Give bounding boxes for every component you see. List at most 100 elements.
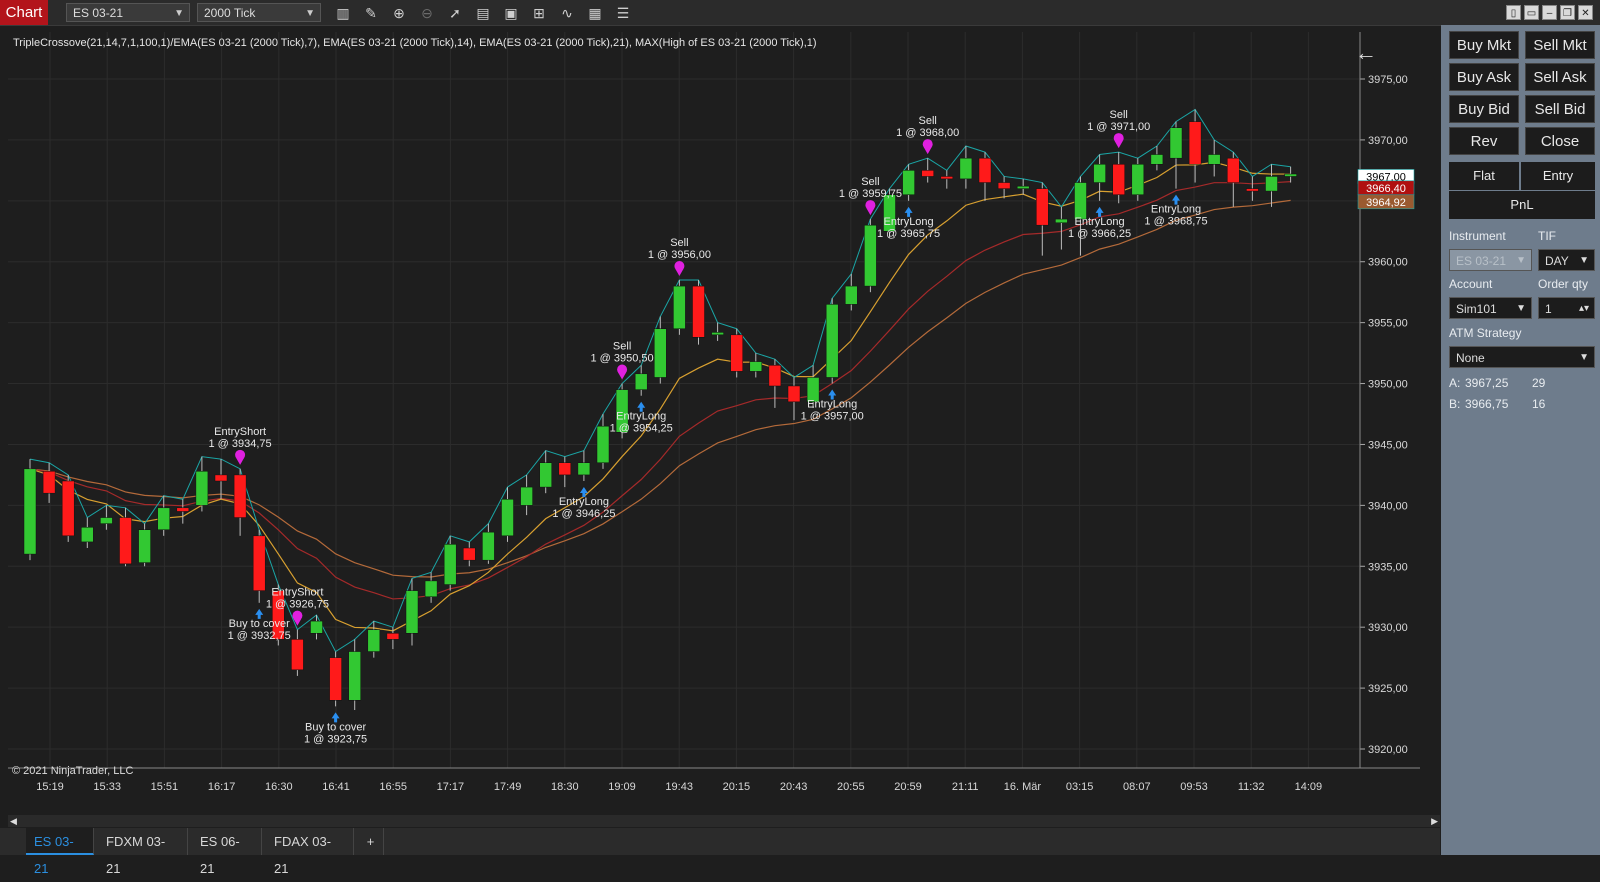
x-tick-label: 17:49 bbox=[494, 781, 522, 793]
stepper-arrows-icon[interactable]: ▴▾ bbox=[1579, 298, 1589, 320]
trade-label-type: Sell bbox=[613, 341, 631, 353]
y-tick-label: 3970,00 bbox=[1368, 135, 1408, 147]
trade-label-price: 1 @ 3926,75 bbox=[266, 599, 329, 611]
close-button[interactable]: Close bbox=[1525, 127, 1595, 155]
interval-value: 2000 Tick bbox=[204, 6, 256, 20]
candle-body bbox=[1188, 121, 1202, 165]
sell-mkt-button[interactable]: Sell Mkt bbox=[1525, 31, 1595, 59]
flat-button[interactable]: Flat bbox=[1449, 162, 1519, 190]
trade-label-price: 1 @ 3934,75 bbox=[209, 438, 272, 450]
ask-size: 29 bbox=[1532, 376, 1546, 390]
trade-label-price: 1 @ 3956,00 bbox=[648, 249, 711, 261]
x-tick-label: 15:19 bbox=[36, 781, 64, 793]
candle-body bbox=[310, 620, 323, 634]
ema-long-price-marker-text: 3964,92 bbox=[1366, 197, 1406, 209]
candle-body bbox=[443, 544, 457, 585]
buy-mkt-button[interactable]: Buy Mkt bbox=[1449, 31, 1519, 59]
x-tick-label: 19:43 bbox=[665, 781, 693, 793]
tab-fdxm-03-21[interactable]: FDXM 03-21 bbox=[98, 828, 188, 876]
x-tick-label: 16:30 bbox=[265, 781, 293, 793]
crosshair-icon[interactable]: ⊞ bbox=[530, 4, 548, 22]
sell-bid-button[interactable]: Sell Bid bbox=[1525, 95, 1595, 123]
x-tick-label: 16. Mär bbox=[1004, 781, 1042, 793]
indicator-label: TripleCrossove(21,14,7,1,100,1)/EMA(ES 0… bbox=[13, 37, 817, 49]
x-tick-label: 20:55 bbox=[837, 781, 865, 793]
y-tick-label: 3940,00 bbox=[1368, 500, 1408, 512]
instrument-select[interactable]: ES 03-21 ▼ bbox=[66, 3, 190, 22]
indicator-icon[interactable]: ∿ bbox=[558, 4, 576, 22]
x-tick-label: 17:17 bbox=[437, 781, 465, 793]
candle-body bbox=[1246, 188, 1259, 192]
account-select[interactable]: Sim101 ▼ bbox=[1449, 297, 1532, 319]
close-icon[interactable]: ✕ bbox=[1578, 5, 1593, 20]
scroll-right-icon[interactable]: ▶ bbox=[1431, 815, 1438, 827]
candle-body bbox=[367, 629, 381, 652]
candle-body bbox=[1284, 173, 1297, 177]
pencil-icon[interactable]: ✎ bbox=[362, 4, 380, 22]
candle-body bbox=[482, 531, 495, 561]
atm-strategy-select[interactable]: None ▼ bbox=[1449, 346, 1595, 368]
candle-body bbox=[768, 365, 782, 387]
zoom-out-icon[interactable]: ⊖ bbox=[418, 4, 436, 22]
candle-body bbox=[1169, 127, 1183, 159]
price-chart[interactable]: 15:19 15:33 15:51 16:17 16:30 16:41 16:55 17:17… bbox=[8, 32, 1448, 822]
trade-label-price: 1 @ 3923,75 bbox=[304, 733, 367, 745]
candle-body bbox=[634, 373, 648, 390]
x-tick-label: 19:09 bbox=[608, 781, 636, 793]
scroll-left-icon[interactable]: ◀ bbox=[10, 815, 17, 827]
horizontal-scrollbar[interactable]: ◀ ▶ bbox=[8, 815, 1440, 827]
candle-body bbox=[138, 529, 151, 563]
tab-es-03-21[interactable]: ES 03-21 bbox=[26, 828, 94, 876]
trade-label-type: EntryLong bbox=[884, 216, 934, 228]
pointer-icon[interactable]: ➚ bbox=[446, 4, 464, 22]
x-tick-label: 15:33 bbox=[93, 781, 121, 793]
app-label[interactable]: Chart bbox=[0, 0, 48, 25]
add-tab-button[interactable]: + bbox=[358, 828, 384, 855]
tif-select[interactable]: DAY ▼ bbox=[1538, 249, 1595, 271]
pnl-button[interactable]: PnL bbox=[1449, 191, 1595, 219]
back-arrow-icon[interactable]: ← bbox=[1355, 40, 1377, 66]
rev-button[interactable]: Rev bbox=[1449, 127, 1519, 155]
buy-ask-button[interactable]: Buy Ask bbox=[1449, 63, 1519, 91]
strategy-icon[interactable]: ▦ bbox=[586, 4, 604, 22]
data-box-icon[interactable]: ▤ bbox=[474, 4, 492, 22]
ask-price: 3967,25 bbox=[1465, 376, 1509, 390]
tif-label: TIF bbox=[1538, 229, 1556, 243]
entry-button[interactable]: Entry bbox=[1521, 162, 1595, 190]
buy-bid-button[interactable]: Buy Bid bbox=[1449, 95, 1519, 123]
tab-es-06-21[interactable]: ES 06-21 bbox=[192, 828, 262, 876]
y-tick-label: 3950,00 bbox=[1368, 379, 1408, 391]
sell-ask-button[interactable]: Sell Ask bbox=[1525, 63, 1595, 91]
trade-label-type: EntryLong bbox=[1075, 216, 1125, 228]
window-fullscreen-icon[interactable]: ▭ bbox=[1524, 5, 1539, 20]
window-tile-icon[interactable]: ▯ bbox=[1506, 5, 1521, 20]
y-tick-label: 3960,00 bbox=[1368, 257, 1408, 269]
properties-icon[interactable]: ☰ bbox=[614, 4, 632, 22]
candle-body bbox=[673, 285, 686, 329]
trade-label-price: 1 @ 3932,75 bbox=[228, 630, 291, 642]
minimize-icon[interactable]: – bbox=[1542, 5, 1557, 20]
order-qty-stepper[interactable]: 1 ▴▾ bbox=[1538, 297, 1595, 319]
chart-panel[interactable]: 15:19 15:33 15:51 16:17 16:30 16:41 16:55 17:17… bbox=[8, 32, 1420, 793]
bar-type-icon[interactable]: ▥ bbox=[334, 4, 352, 22]
candle-body bbox=[176, 507, 190, 512]
interval-select[interactable]: 2000 Tick ▼ bbox=[197, 3, 321, 22]
candle-body bbox=[1055, 218, 1068, 223]
ema-price-marker-text: 3966,40 bbox=[1366, 183, 1406, 195]
x-tick-label: 20:59 bbox=[894, 781, 922, 793]
instrument-value: ES 03-21 bbox=[73, 6, 124, 20]
x-tick-label: 14:09 bbox=[1295, 781, 1323, 793]
zoom-in-icon[interactable]: ⊕ bbox=[390, 4, 408, 22]
trade-label-price: 1 @ 3959,75 bbox=[839, 188, 902, 200]
chevron-down-icon: ▼ bbox=[1579, 255, 1589, 266]
candle-body bbox=[959, 157, 973, 180]
chart-trader-icon[interactable]: ▣ bbox=[502, 4, 520, 22]
plot-background bbox=[8, 32, 1360, 768]
candle-body bbox=[1036, 188, 1049, 226]
tab-fdax-03-21[interactable]: FDAX 03-21 bbox=[266, 828, 354, 876]
tab-bar: ES 03-21 FDXM 03-21 ES 06-21 FDAX 03-21 … bbox=[0, 828, 1440, 876]
restore-icon[interactable]: ❐ bbox=[1560, 5, 1575, 20]
candle-body bbox=[1265, 176, 1278, 192]
trade-label-type: Sell bbox=[1110, 109, 1128, 121]
candle-body bbox=[1131, 164, 1145, 195]
